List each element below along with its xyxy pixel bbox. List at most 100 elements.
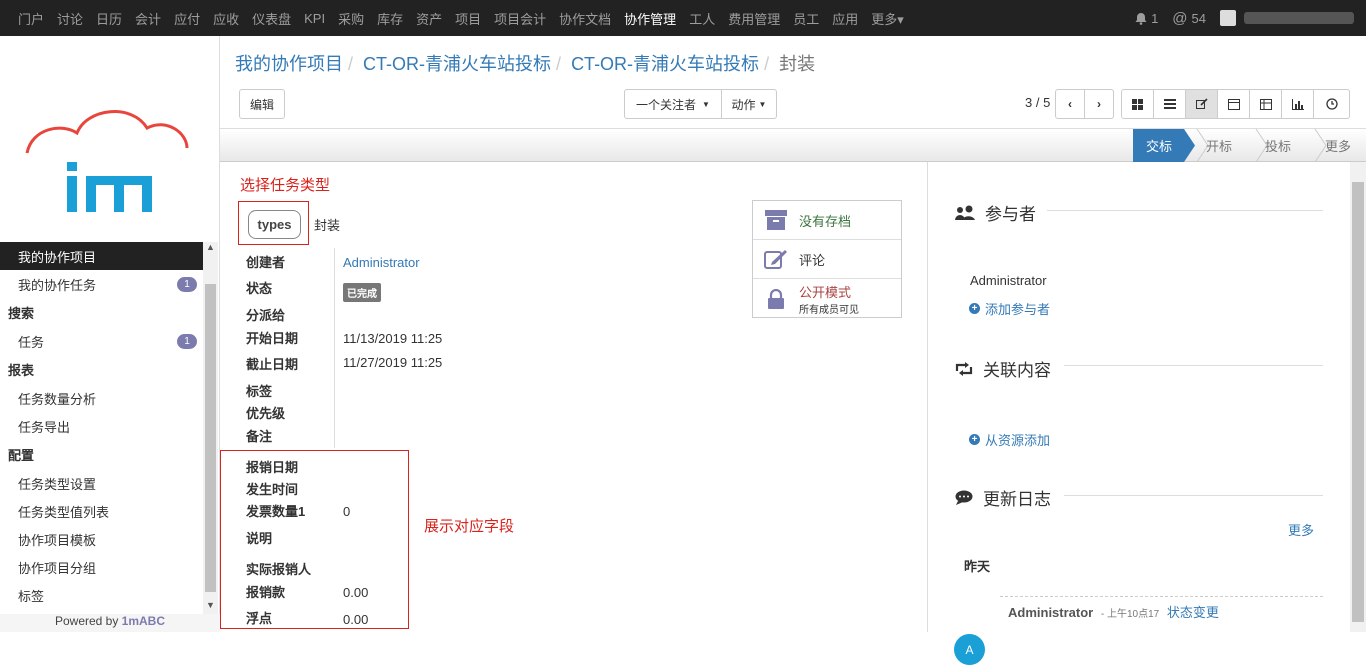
types-button[interactable]: types — [248, 210, 301, 239]
pencil-square-icon — [764, 250, 787, 269]
field-divider — [334, 248, 335, 448]
field-label: 优先级 — [246, 406, 286, 421]
sidebar-item[interactable]: 协作项目模板 — [0, 525, 203, 553]
comment-icon — [955, 490, 973, 505]
topnav-item[interactable]: 应收 — [213, 9, 239, 28]
topnav-item[interactable]: 项目会计 — [494, 9, 546, 28]
field-label: 分派给 — [246, 308, 286, 323]
topnav-item[interactable]: 员工 — [793, 9, 819, 28]
topnav-item[interactable]: 更多▾ — [871, 9, 904, 28]
log-author[interactable]: Administrator — [1008, 605, 1093, 620]
user-menu[interactable] — [1220, 10, 1354, 26]
topnav-item[interactable]: 库存 — [377, 9, 403, 28]
topnav-item[interactable]: 协作管理 — [624, 9, 676, 28]
sidebar-item[interactable]: 任务 1 — [0, 327, 203, 355]
more-link[interactable]: 更多 — [1288, 520, 1314, 539]
topnav-item[interactable]: 采购 — [338, 9, 364, 28]
topnav-item[interactable]: 资产 — [416, 9, 442, 28]
scroll-down-icon[interactable]: ▼ — [203, 600, 218, 614]
scroll-thumb[interactable] — [205, 284, 216, 592]
add-from-resource-link[interactable]: + 从资源添加 — [969, 430, 1050, 449]
topnav-item[interactable]: 仪表盘 — [252, 9, 291, 28]
topnav-item[interactable]: 门户 — [18, 9, 44, 28]
calendar-view-button[interactable] — [1217, 89, 1250, 119]
topnav-item[interactable]: 讨论 — [57, 9, 83, 28]
scroll-thumb[interactable] — [1352, 182, 1364, 622]
sidebar-scrollbar[interactable]: ▲ ▼ — [203, 242, 218, 614]
notification-button[interactable]: 1 — [1135, 11, 1158, 26]
field-label: 状态 — [246, 281, 273, 296]
powered-by: Powered by 1mABC — [0, 614, 220, 632]
edit-button[interactable]: 编辑 — [239, 89, 285, 119]
pager-next-button[interactable]: › — [1084, 89, 1114, 119]
topnav-item[interactable]: 应付 — [174, 9, 200, 28]
right-scrollbar[interactable] — [1350, 162, 1366, 632]
field-value[interactable]: Administrator — [343, 255, 420, 270]
caret-down-icon: ▼ — [702, 99, 710, 109]
stage-more[interactable]: 更多 — [1325, 129, 1351, 162]
sidebar-item[interactable]: 我的协作任务 1 — [0, 270, 203, 298]
form-view-button[interactable] — [1185, 89, 1218, 119]
divider — [1064, 495, 1323, 496]
stat-buttons: 没有存档 评论 公开模式 所有成员可见 — [752, 200, 902, 318]
breadcrumb-item-3[interactable]: CT-OR-青浦火车站投标 — [571, 54, 759, 74]
sidebar-item[interactable]: 标签 — [0, 581, 203, 609]
edit-icon — [1195, 98, 1208, 109]
topnav-item[interactable]: KPI — [304, 11, 325, 26]
pivot-view-button[interactable] — [1249, 89, 1282, 119]
archive-icon — [765, 210, 787, 230]
topnav-item[interactable]: 工人 — [689, 9, 715, 28]
topnav-item[interactable]: 项目 — [455, 9, 481, 28]
sidebar-item[interactable]: 任务类型值列表 — [0, 497, 203, 525]
graph-view-button[interactable] — [1281, 89, 1314, 119]
archive-stat-button[interactable]: 没有存档 — [753, 201, 901, 240]
related-title-text: 关联内容 — [983, 361, 1051, 380]
top-navbar: 门户 讨论 日历 会计 应付 应收 仪表盘 KPI 采购 库存 资产 项目 项目会计 协作文档 协作管理 工人… — [0, 0, 1366, 36]
topnav-item[interactable]: 费用管理 — [728, 9, 780, 28]
stage-handover[interactable]: 交标 — [1134, 129, 1184, 162]
scroll-up-icon[interactable]: ▲ — [203, 242, 218, 256]
kanban-icon — [1132, 98, 1143, 110]
sidebar-item-label: 任务类型设置 — [18, 476, 97, 492]
activity-view-button[interactable] — [1313, 89, 1350, 119]
sidebar-item[interactable]: 任务数量分析 — [0, 384, 203, 412]
breadcrumb-item-2[interactable]: CT-OR-青浦火车站投标 — [363, 54, 551, 74]
participant-name[interactable]: Administrator — [970, 273, 1047, 288]
sidebar: 我的协作项目 我的协作任务 1 搜索 任务 1 报表 任务数量分析 任务导出 配置 任务类型设置 任务… — [0, 36, 220, 632]
stage-opening[interactable]: 开标 — [1206, 129, 1232, 162]
sidebar-item[interactable]: 协作项目分组 — [0, 553, 203, 581]
action-button[interactable]: 动作 ▼ — [721, 89, 777, 119]
list-view-button[interactable] — [1153, 89, 1186, 119]
chevron-right-icon: › — [1097, 97, 1101, 111]
public-mode-stat-button[interactable]: 公开模式 所有成员可见 — [753, 279, 901, 318]
comment-stat-button[interactable]: 评论 — [753, 240, 901, 279]
sidebar-item[interactable]: 任务类型设置 — [0, 469, 203, 497]
field-label: 截止日期 — [246, 357, 299, 372]
mentions-button[interactable]: @ 54 — [1172, 10, 1206, 27]
field-label: 标签 — [246, 384, 273, 399]
stage-bar: 交标 开标 投标 更多 — [220, 128, 1366, 162]
topnav-item[interactable]: 会计 — [135, 9, 161, 28]
form-sheet: 选择任务类型 types 封装 创建者 Administrator 状态 已完成 分派给… — [220, 162, 928, 632]
stage-bidding[interactable]: 投标 — [1265, 129, 1291, 162]
sidebar-item[interactable]: 任务导出 — [0, 412, 203, 440]
followers-button[interactable]: 一个关注者 ▼ — [624, 89, 722, 119]
sidebar-item[interactable]: 我的协作项目 — [0, 242, 203, 270]
kanban-view-button[interactable] — [1121, 89, 1154, 119]
clock-icon — [1325, 98, 1338, 110]
comment-label: 评论 — [799, 252, 826, 268]
pager-previous-button[interactable]: ‹ — [1055, 89, 1085, 119]
powered-by-brand[interactable]: 1mABC — [122, 614, 165, 628]
topnav-item[interactable]: 日历 — [96, 9, 122, 28]
public-mode-label: 公开模式 — [799, 284, 852, 300]
pager-value: 3 / 5 — [1025, 95, 1051, 110]
add-participant-link[interactable]: + 添加参与者 — [969, 299, 1050, 318]
followers-label: 一个关注者 — [636, 97, 697, 112]
breadcrumb-item-1[interactable]: 我的协作项目 — [235, 54, 343, 74]
sidebar-item-label: 报表 — [8, 363, 35, 378]
topnav-item[interactable]: 协作文档 — [559, 9, 611, 28]
powered-by-text: Powered by — [54, 614, 122, 628]
bell-icon — [1135, 12, 1147, 25]
company-logo — [25, 110, 189, 212]
topnav-item[interactable]: 应用 — [832, 9, 858, 28]
